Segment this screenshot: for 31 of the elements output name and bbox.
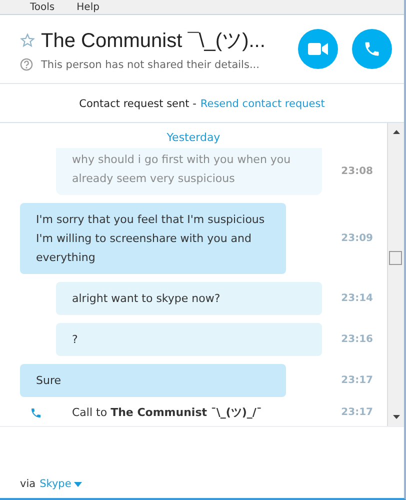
menu-item[interactable]: Tools xyxy=(30,2,55,12)
call-event: Call to The Communist ¯\_(ツ)_/¯ xyxy=(72,405,262,420)
call-button[interactable] xyxy=(352,29,392,69)
phone-icon xyxy=(363,40,381,58)
message-bubble: I'm sorry that you feel that I'm suspicious I'm willing to screenshare with you and everything xyxy=(20,203,286,274)
scrollbar[interactable] xyxy=(387,123,404,426)
message-time: 23:14 xyxy=(341,293,373,304)
help-icon xyxy=(20,58,33,71)
message-time: 23:16 xyxy=(341,334,373,345)
request-status: Contact request sent - xyxy=(79,98,196,110)
message-bubble: ? xyxy=(56,323,322,356)
message-time: 23:09 xyxy=(341,233,373,244)
via-label: via xyxy=(20,478,36,490)
scrollbar-thumb[interactable] xyxy=(389,251,402,265)
message-bubble: alright want to skype now? xyxy=(56,282,322,315)
message-bubble: why should i go first with you when you already seem very suspicious xyxy=(56,148,322,195)
video-camera-icon xyxy=(308,42,328,56)
scroll-up-icon[interactable] xyxy=(392,129,400,135)
contact-name: The Communist ¯\_(ツ)... xyxy=(41,29,266,54)
message-time: 23:17 xyxy=(341,407,373,418)
caret-icon xyxy=(74,482,82,486)
date-separator: Yesterday xyxy=(166,131,220,144)
message-time: 23:08 xyxy=(341,166,373,177)
phone-icon xyxy=(30,406,42,420)
star-icon[interactable] xyxy=(20,33,35,48)
menu-item[interactable]: Help xyxy=(76,2,100,12)
contact-status: This person has not shared their details... xyxy=(41,58,260,70)
message-bubble: Sure xyxy=(20,364,286,397)
message-time: 23:17 xyxy=(341,375,373,386)
video-call-button[interactable] xyxy=(298,29,338,69)
scroll-down-icon[interactable] xyxy=(392,414,400,420)
